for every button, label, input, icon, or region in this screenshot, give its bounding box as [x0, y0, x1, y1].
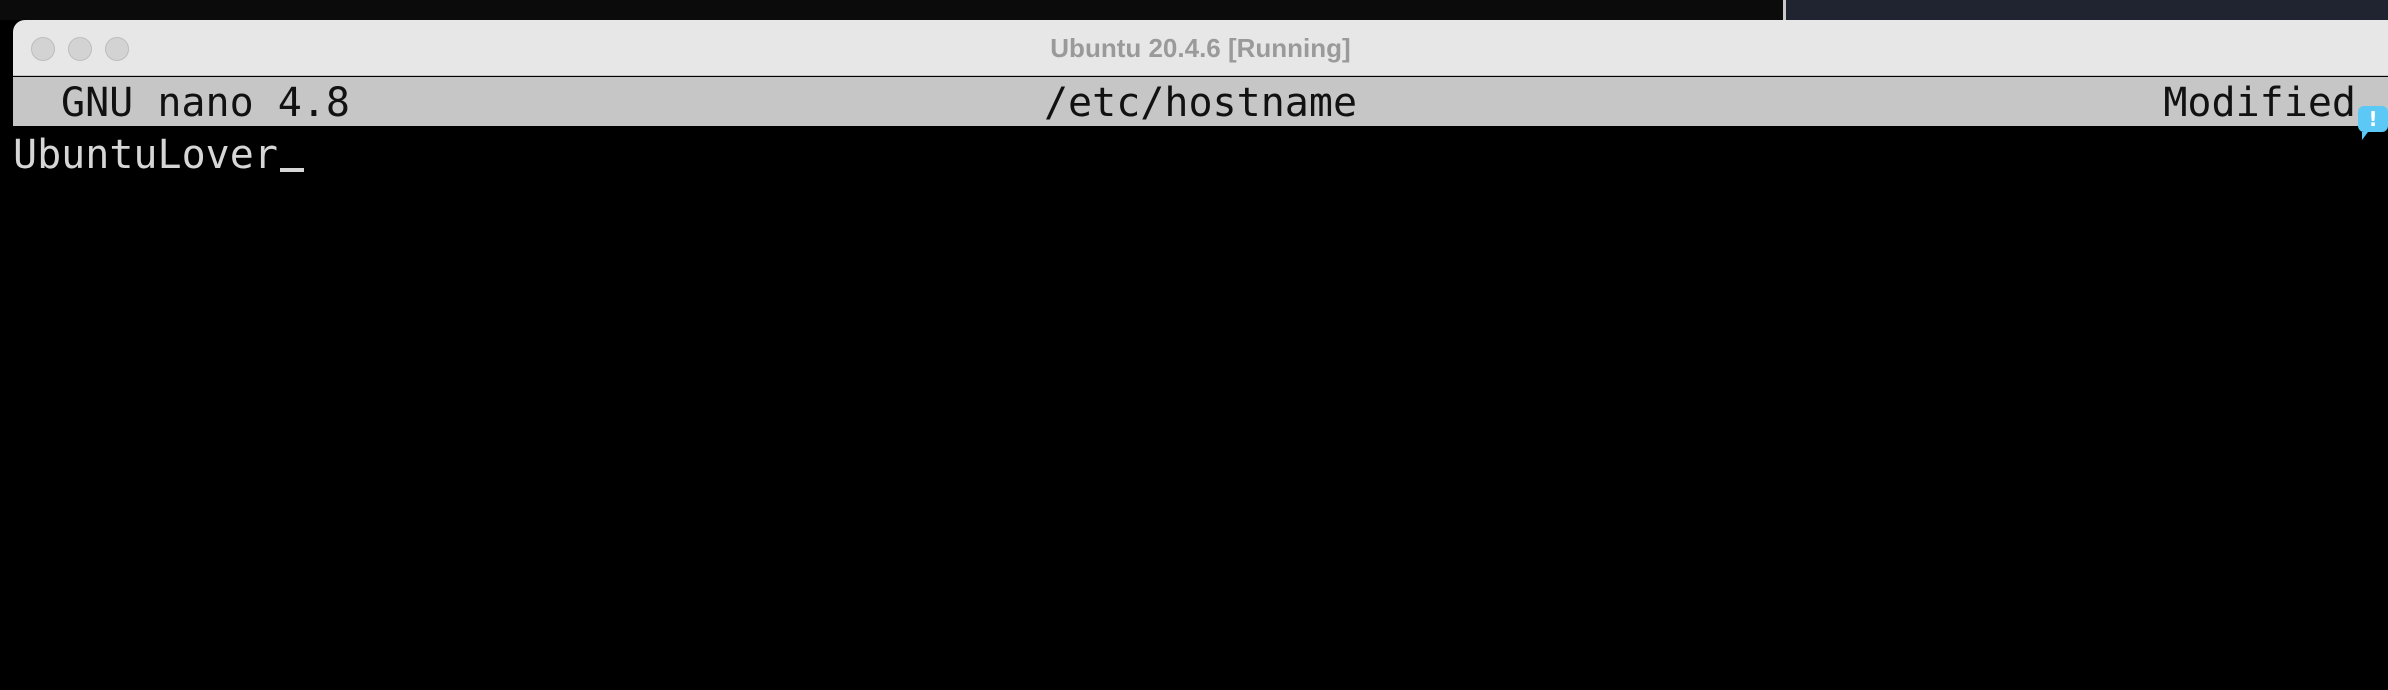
text-cursor [279, 168, 304, 172]
window-title: Ubuntu 20.4.6 [Running] [1050, 33, 1351, 63]
editor-line-text: UbuntuLover [13, 132, 278, 178]
notification-speech-bubble-icon[interactable]: ! [2358, 106, 2388, 140]
nano-modified-status: Modified [2163, 80, 2356, 126]
screen: Ubuntu 20.4.6 [Running] GNU nano 4.8 /et… [0, 0, 2388, 690]
background-window-edge [1783, 0, 2388, 20]
nano-header-bar: GNU nano 4.8 /etc/hostname Modified [13, 77, 2388, 126]
title-bar[interactable]: Ubuntu 20.4.6 [Running] [13, 20, 2388, 76]
vm-window[interactable]: Ubuntu 20.4.6 [Running] GNU nano 4.8 /et… [13, 20, 2388, 690]
editor-line[interactable]: UbuntuLover [13, 132, 304, 178]
nano-filename: /etc/hostname [1043, 80, 1358, 126]
nano-editor-area[interactable]: UbuntuLover [13, 126, 2388, 690]
